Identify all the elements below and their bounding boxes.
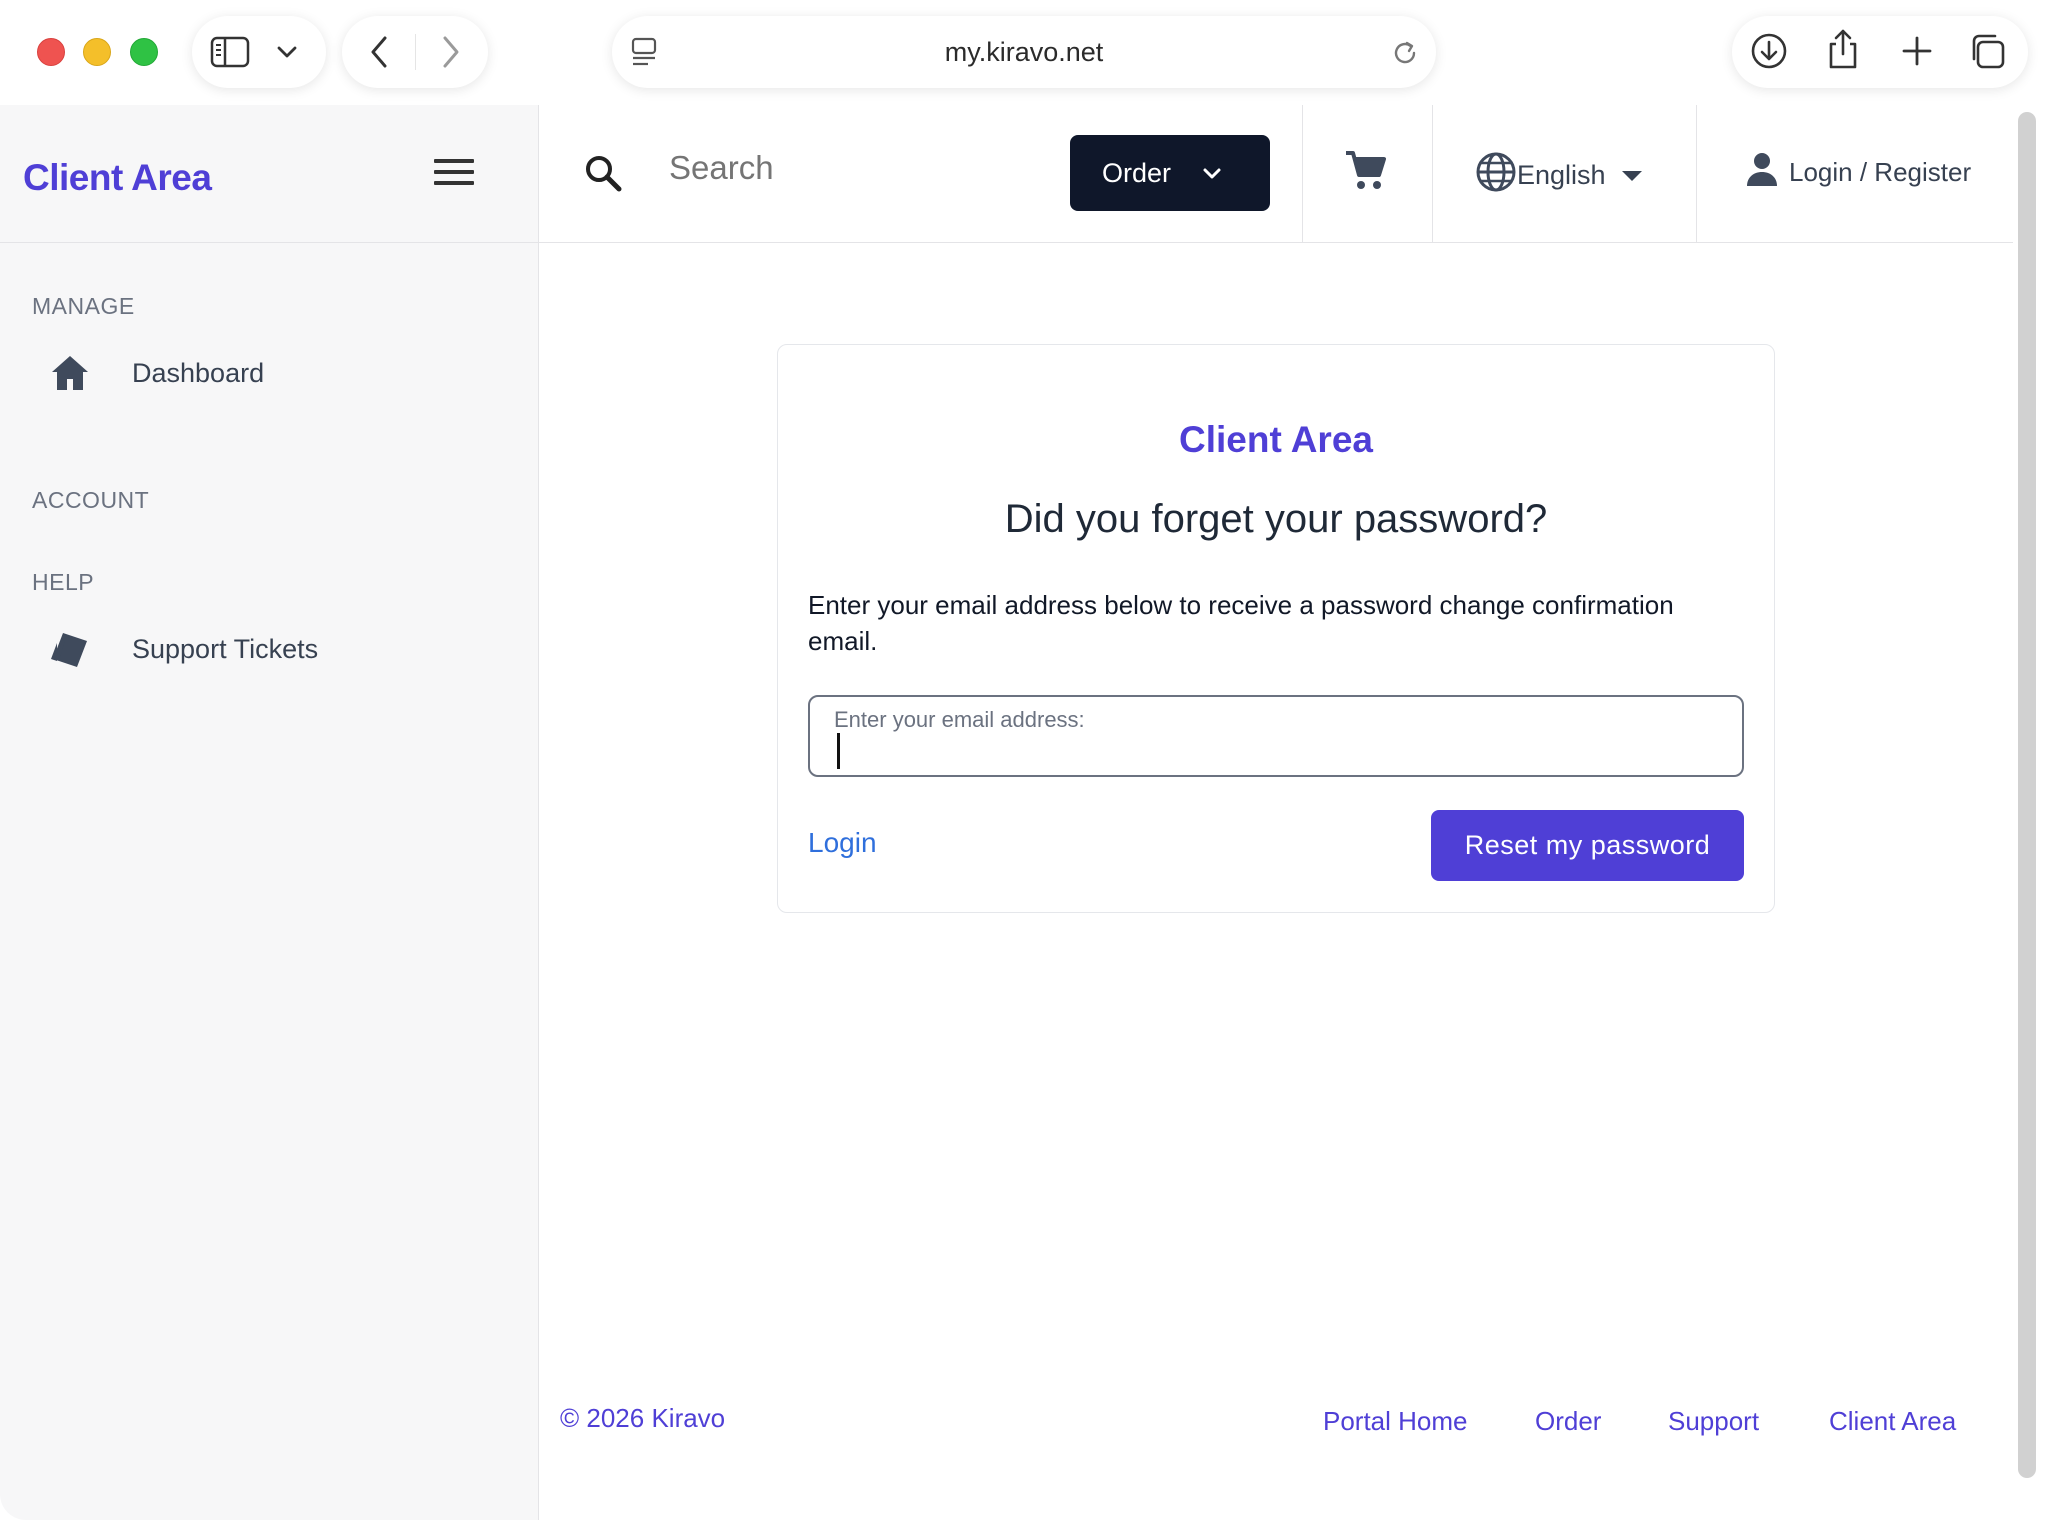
sidebar-item-label: Support Tickets — [132, 633, 319, 664]
vertical-scrollbar[interactable] — [2018, 112, 2036, 1478]
caret-down-icon — [1621, 170, 1642, 181]
browser-toolbar: my.kiravo.net — [0, 0, 2046, 105]
tab-overview-icon[interactable] — [1968, 32, 2006, 70]
order-button-label: Order — [1102, 157, 1172, 188]
email-field-placeholder: Enter your email address: — [834, 707, 1085, 732]
tickets-icon — [48, 627, 92, 671]
page-menu-icon[interactable] — [630, 36, 658, 68]
home-icon — [48, 351, 92, 395]
page-title: Did you forget your password? — [1004, 497, 1548, 541]
section-label-help: HELP — [32, 569, 95, 595]
back-arrow-icon[interactable] — [368, 34, 390, 70]
maximize-window-button[interactable] — [130, 38, 158, 66]
menu-icon[interactable] — [434, 159, 474, 189]
browser-window: my.kiravo.net Client Area MANAGE Dashboa… — [0, 0, 2046, 1520]
url-text: my.kiravo.net — [944, 36, 1104, 67]
copyright-text: © 2026 Kiravo — [560, 1403, 726, 1433]
footer-link-client-area[interactable]: Client Area — [1829, 1406, 1956, 1437]
sidebar-toggle-group — [192, 16, 326, 88]
new-tab-icon[interactable] — [1900, 34, 1934, 68]
forward-arrow-icon[interactable] — [440, 34, 462, 70]
globe-icon — [1475, 151, 1517, 200]
sidebar-item-label: Dashboard — [132, 357, 265, 388]
nav-divider — [415, 34, 416, 70]
brand-logo-text[interactable]: Client Area — [23, 157, 212, 199]
chevron-down-icon[interactable] — [276, 44, 298, 60]
top-navbar: Order English Login / Register — [539, 105, 2013, 243]
address-bar[interactable]: my.kiravo.net — [612, 16, 1436, 88]
sidebar-item-dashboard[interactable]: Dashboard — [48, 351, 264, 395]
download-icon[interactable] — [1750, 32, 1788, 70]
section-label-account: ACCOUNT — [32, 487, 150, 513]
instructions-text: Enter your email address below to receiv… — [808, 590, 1674, 656]
language-selector[interactable]: English — [1475, 151, 1642, 200]
email-field[interactable]: Enter your email address: — [808, 695, 1744, 777]
text-cursor — [837, 733, 840, 769]
language-label: English — [1517, 160, 1606, 190]
forgot-password-card: Client Area Did you forget your password… — [777, 344, 1775, 913]
reload-icon[interactable] — [1390, 38, 1420, 68]
chevron-down-icon — [1201, 158, 1223, 189]
footer-link-order[interactable]: Order — [1535, 1406, 1601, 1437]
cart-icon[interactable] — [1344, 149, 1388, 198]
footer-link-portal-home[interactable]: Portal Home — [1323, 1406, 1468, 1437]
navbar-divider — [1432, 105, 1433, 243]
sidebar-toggle-icon[interactable] — [210, 36, 250, 68]
search-input[interactable] — [669, 149, 949, 187]
search-icon[interactable] — [583, 153, 623, 198]
order-dropdown-button[interactable]: Order — [1070, 135, 1270, 211]
history-nav-group — [342, 16, 488, 88]
login-register-link[interactable]: Login / Register — [1745, 151, 1971, 194]
footer-link-support[interactable]: Support — [1668, 1406, 1759, 1437]
sidebar-header: Client Area — [0, 105, 538, 243]
sidebar-item-support-tickets[interactable]: Support Tickets — [48, 627, 318, 671]
login-link[interactable]: Login — [808, 827, 877, 859]
user-icon — [1745, 151, 1779, 194]
login-register-label: Login / Register — [1789, 157, 1972, 187]
card-brand: Client Area — [1179, 419, 1373, 460]
close-window-button[interactable] — [37, 38, 65, 66]
browser-actions-group — [1732, 16, 2028, 88]
sidebar: Client Area MANAGE Dashboard ACCOUNT HEL… — [0, 105, 539, 1520]
minimize-window-button[interactable] — [83, 38, 111, 66]
share-icon[interactable] — [1826, 28, 1860, 70]
navbar-divider — [1696, 105, 1697, 243]
section-label-manage: MANAGE — [32, 293, 135, 319]
reset-password-button[interactable]: Reset my password — [1431, 810, 1744, 881]
navbar-divider — [1302, 105, 1303, 243]
